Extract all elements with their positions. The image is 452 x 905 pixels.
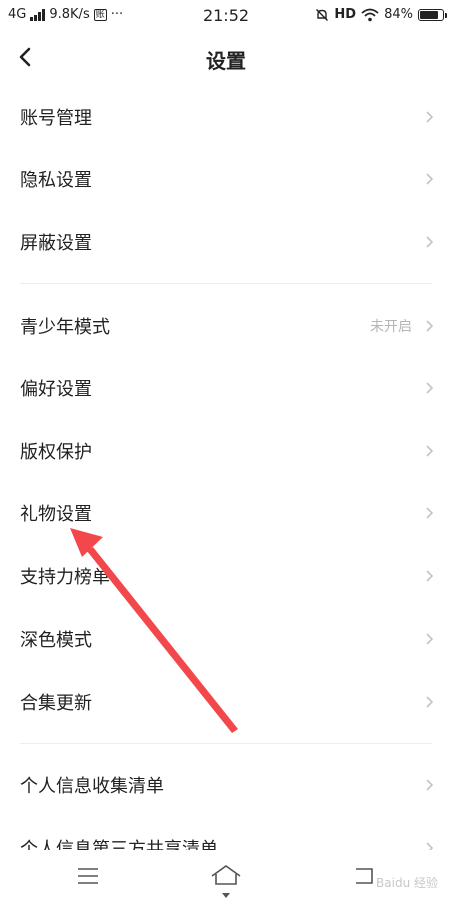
status-bar: 4G 9.8K/s 账 ··· 21:52 HD 84%	[0, 0, 452, 32]
system-nav-bar: Baidu 经验	[0, 850, 452, 905]
nav-bar: 设置	[0, 32, 452, 84]
settings-row-account[interactable]: 账号管理	[0, 86, 452, 148]
settings-row-preferences[interactable]: 偏好设置	[0, 357, 452, 419]
row-label: 账号管理	[20, 108, 92, 129]
row-status-value: 未开启	[370, 319, 412, 335]
row-label: 合集更新	[20, 693, 92, 714]
page-title: 设置	[206, 49, 246, 73]
wifi-icon	[361, 8, 379, 21]
row-label: 版权保护	[20, 442, 92, 463]
settings-row-collection-update[interactable]: 合集更新	[0, 671, 452, 733]
chevron-right-icon	[426, 445, 434, 457]
settings-row-support-ranking[interactable]: 支持力榜单	[0, 545, 452, 607]
chevron-right-icon	[426, 779, 434, 791]
battery-percent: 84%	[384, 7, 413, 22]
row-label: 支持力榜单	[20, 567, 110, 588]
settings-row-teen-mode[interactable]: 青少年模式 未开启	[0, 295, 452, 357]
chevron-right-icon	[426, 320, 434, 332]
settings-row-privacy[interactable]: 隐私设置	[0, 148, 452, 210]
chevron-right-icon	[426, 236, 434, 248]
chevron-right-icon	[426, 696, 434, 708]
settings-row-dark-mode[interactable]: 深色模式	[0, 608, 452, 670]
back-nav-icon[interactable]	[352, 865, 376, 887]
row-label: 深色模式	[20, 630, 92, 651]
battery-icon	[418, 8, 447, 21]
chevron-right-icon	[426, 382, 434, 394]
home-indicator-icon	[222, 893, 230, 898]
home-icon[interactable]	[210, 864, 242, 888]
settings-row-gift[interactable]: 礼物设置	[0, 482, 452, 544]
watermark: Baidu 经验	[376, 876, 438, 890]
chevron-right-icon	[426, 633, 434, 645]
mute-bell-icon	[316, 8, 329, 21]
menu-icon[interactable]	[77, 867, 99, 885]
status-right: HD 84%	[315, 7, 447, 22]
row-label: 屏蔽设置	[20, 233, 92, 254]
settings-row-block[interactable]: 屏蔽设置	[0, 211, 452, 273]
chevron-right-icon	[426, 173, 434, 185]
settings-row-personal-info-list[interactable]: 个人信息收集清单	[0, 754, 452, 816]
settings-row-copyright[interactable]: 版权保护	[0, 420, 452, 482]
chevron-right-icon	[426, 570, 434, 582]
row-label: 偏好设置	[20, 379, 92, 400]
row-label: 礼物设置	[20, 504, 92, 525]
section-divider	[20, 283, 432, 284]
battery-fill	[420, 10, 439, 19]
row-label: 青少年模式	[20, 317, 110, 338]
chevron-right-icon	[426, 507, 434, 519]
row-label: 隐私设置	[20, 170, 92, 191]
chevron-right-icon	[426, 111, 434, 123]
row-label: 个人信息收集清单	[20, 776, 164, 797]
section-divider	[20, 743, 432, 744]
hd-label: HD	[334, 7, 357, 22]
